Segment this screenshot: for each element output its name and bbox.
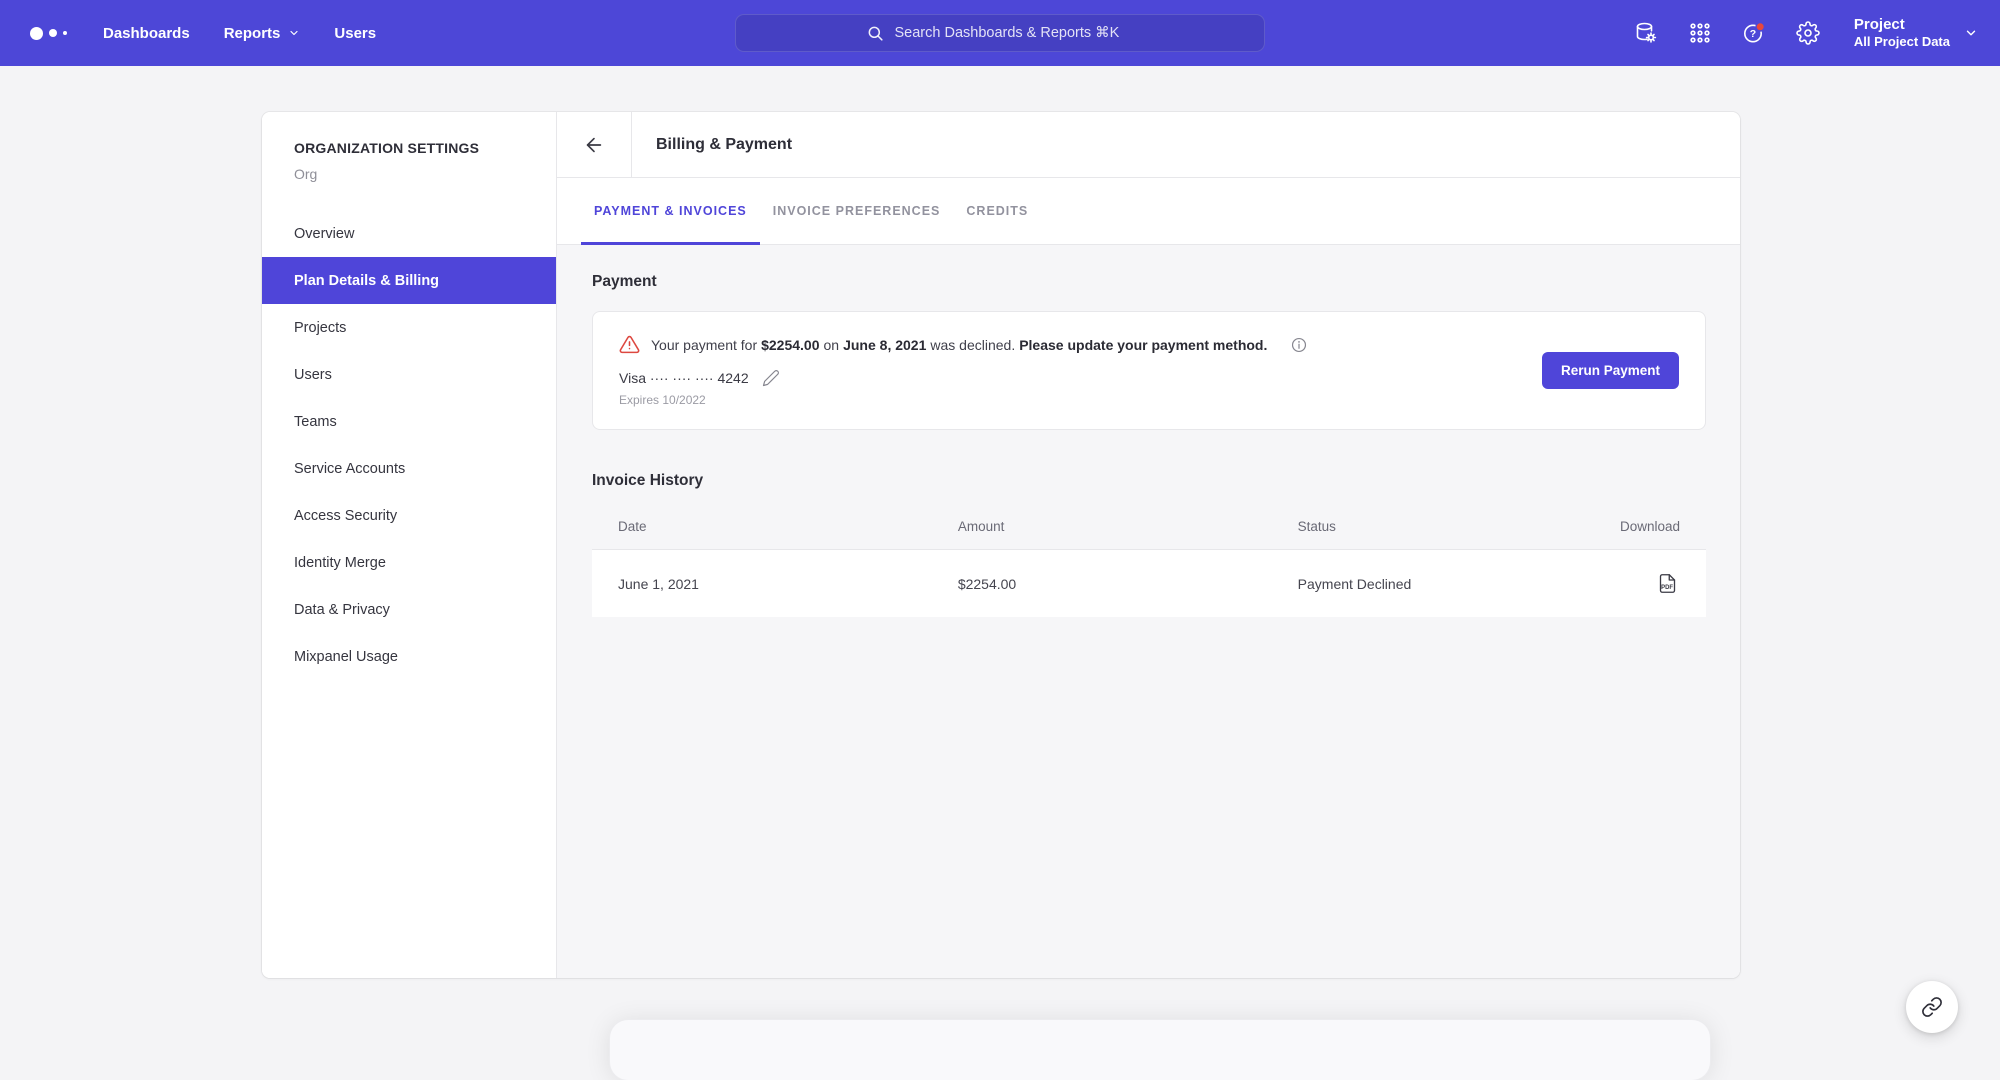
project-selector-value: All Project Data (1854, 34, 1950, 50)
svg-text:PDF: PDF (1661, 585, 1673, 591)
invoice-table-header: Date Amount Status Download (592, 504, 1706, 550)
sidebar-nav: Overview Plan Details & Billing Projects… (262, 210, 556, 680)
nav-link-users-label: Users (334, 25, 376, 42)
link-fab-button[interactable] (1906, 981, 1958, 1033)
invoice-table-row: June 1, 2021 $2254.00 Payment Declined P… (592, 550, 1706, 617)
alert-text-3: was declined. (930, 337, 1015, 353)
nav-link-reports-label: Reports (224, 25, 281, 42)
tab-content: Payment Your payment for $2254.00 on Jun… (557, 245, 1740, 978)
sidebar-item-service-accounts[interactable]: Service Accounts (262, 445, 556, 492)
tab-payment-invoices[interactable]: PAYMENT & INVOICES (581, 178, 760, 244)
project-selector[interactable]: Project All Project Data (1854, 16, 1978, 51)
arrow-left-icon (583, 134, 605, 156)
sidebar-item-projects[interactable]: Projects (262, 304, 556, 351)
rerun-payment-button[interactable]: Rerun Payment (1542, 352, 1679, 389)
alert-amount: $2254.00 (761, 337, 819, 353)
card-expiry-label: Expires 10/2022 (619, 393, 1308, 407)
back-button[interactable] (557, 112, 632, 177)
alert-text-1: Your payment for (651, 337, 757, 353)
main-column: Billing & Payment PAYMENT & INVOICES INV… (557, 112, 1740, 978)
download-pdf-button[interactable]: PDF (1657, 573, 1678, 594)
sidebar-item-plan-details-billing[interactable]: Plan Details & Billing (262, 257, 556, 304)
top-nav: Dashboards Reports Users (0, 0, 2000, 66)
page-header: Billing & Payment (557, 112, 1740, 178)
notification-badge (1756, 23, 1764, 31)
column-header-date: Date (618, 519, 958, 534)
nav-right-cluster: ? Project All Project Data (1634, 0, 1978, 66)
help-icon[interactable]: ? (1742, 21, 1766, 45)
sidebar-item-overview[interactable]: Overview (262, 210, 556, 257)
payment-section-title: Payment (592, 273, 1706, 291)
data-management-icon[interactable] (1634, 21, 1658, 45)
invoice-table: Date Amount Status Download June 1, 2021… (592, 504, 1706, 617)
column-header-status: Status (1298, 519, 1553, 534)
org-name: Org (262, 166, 556, 182)
card-number-label: Visa ···· ···· ···· 4242 (619, 370, 749, 386)
tab-invoice-preferences[interactable]: INVOICE PREFERENCES (760, 178, 954, 244)
sidebar-item-users[interactable]: Users (262, 351, 556, 398)
payment-declined-card: Your payment for $2254.00 on June 8, 202… (592, 311, 1706, 430)
settings-panel: ORGANIZATION SETTINGS Org Overview Plan … (262, 112, 1740, 978)
global-search[interactable] (735, 14, 1265, 52)
nav-link-reports[interactable]: Reports (224, 25, 301, 42)
invoice-date-cell: June 1, 2021 (618, 576, 958, 592)
column-header-download: Download (1553, 519, 1680, 534)
tab-credits[interactable]: CREDITS (953, 178, 1041, 244)
sidebar-title: ORGANIZATION SETTINGS (262, 140, 556, 156)
settings-gear-icon[interactable] (1796, 21, 1820, 45)
project-selector-label: Project (1854, 16, 1950, 35)
nav-link-users[interactable]: Users (334, 25, 376, 42)
nav-link-dashboards[interactable]: Dashboards (103, 25, 190, 42)
chevron-down-icon (288, 27, 300, 39)
sidebar-item-identity-merge[interactable]: Identity Merge (262, 539, 556, 586)
info-icon[interactable] (1290, 336, 1308, 354)
sidebar-item-access-security[interactable]: Access Security (262, 492, 556, 539)
alert-text-4: Please update your payment method. (1019, 337, 1267, 353)
nav-links: Dashboards Reports Users (103, 25, 376, 42)
column-header-amount: Amount (958, 519, 1298, 534)
alert-date: June 8, 2021 (843, 337, 926, 353)
sidebar-item-mixpanel-usage[interactable]: Mixpanel Usage (262, 633, 556, 680)
chevron-down-icon (1964, 26, 1978, 40)
pdf-file-icon: PDF (1657, 573, 1678, 594)
alert-text-2: on (824, 337, 840, 353)
payment-declined-details: Your payment for $2254.00 on June 8, 202… (619, 334, 1308, 407)
org-settings-sidebar: ORGANIZATION SETTINGS Org Overview Plan … (262, 112, 557, 978)
sidebar-item-data-privacy[interactable]: Data & Privacy (262, 586, 556, 633)
invoice-history-title: Invoice History (592, 472, 1706, 490)
page-title: Billing & Payment (632, 112, 792, 177)
payment-declined-message: Your payment for $2254.00 on June 8, 202… (651, 337, 1271, 353)
search-input[interactable] (895, 25, 1135, 41)
invoice-amount-cell: $2254.00 (958, 576, 1298, 592)
pencil-icon (762, 369, 780, 387)
warning-triangle-icon (619, 334, 640, 355)
nav-link-dashboards-label: Dashboards (103, 25, 190, 42)
link-icon (1921, 996, 1943, 1018)
billing-tabs: PAYMENT & INVOICES INVOICE PREFERENCES C… (557, 178, 1740, 245)
mixpanel-logo-icon[interactable] (30, 27, 67, 40)
bottom-sheet-shadow (610, 1020, 1710, 1080)
invoice-status-cell: Payment Declined (1298, 576, 1553, 592)
svg-text:?: ? (1750, 28, 1756, 40)
apps-grid-icon[interactable] (1688, 21, 1712, 45)
search-icon (866, 24, 885, 43)
edit-payment-method-button[interactable] (762, 369, 780, 387)
sidebar-item-teams[interactable]: Teams (262, 398, 556, 445)
